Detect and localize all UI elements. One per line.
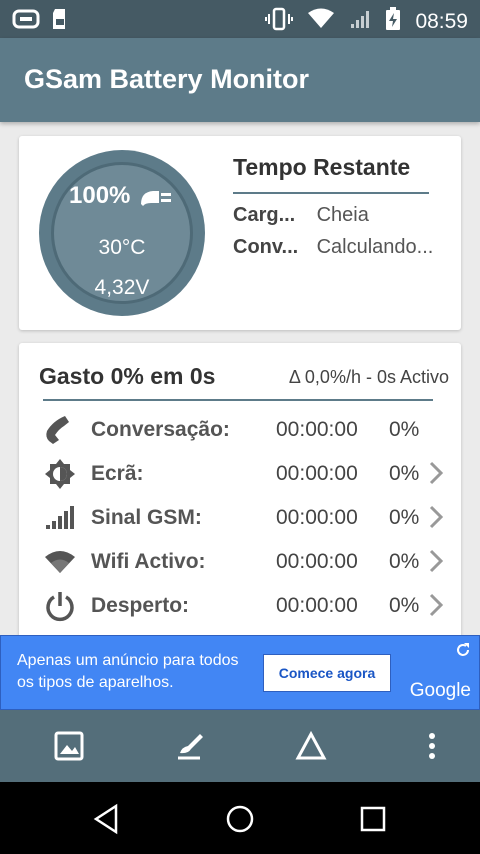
usage-row-gsm[interactable]: Sinal GSM: 00:00:00 0% [19, 497, 461, 537]
usage-row-label: Conversação: [91, 418, 230, 441]
ad-brand: Google [409, 680, 471, 701]
usage-row-screen[interactable]: Ecrã: 00:00:00 0% [19, 453, 461, 493]
divider [233, 192, 429, 194]
usage-row-label: Sinal GSM: [91, 506, 202, 529]
usage-row-percent: 0% [389, 550, 420, 573]
recents-icon[interactable] [356, 802, 390, 836]
divider [43, 399, 433, 401]
chevron-right-icon[interactable] [427, 591, 445, 624]
chevron-right-icon[interactable] [427, 547, 445, 580]
battery-percent: 100% [69, 182, 131, 209]
usage-row-percent: 0% [389, 594, 420, 617]
image-icon[interactable] [53, 730, 85, 762]
status-time: 08:59 [415, 9, 468, 33]
brightness-icon [43, 457, 77, 491]
usage-row-percent: 0% [389, 506, 420, 529]
conversion-value: Calculando... [316, 236, 434, 258]
usage-row-duration: 00:00:00 [276, 506, 358, 529]
app-title: GSam Battery Monitor [24, 64, 310, 94]
usage-row-label: Wifi Activo: [91, 550, 206, 573]
usage-row-percent: 0% [389, 462, 420, 485]
remaining-title: Tempo Restante [233, 154, 411, 180]
ad-text: Apenas um anúncio para todos os tipos de… [17, 652, 239, 691]
usage-row-duration: 00:00:00 [276, 550, 358, 573]
charge-value: Cheia [316, 204, 369, 226]
charge-row: Carg... Cheia [233, 204, 369, 227]
status-bar: 08:59 [0, 0, 480, 38]
home-icon[interactable] [223, 802, 257, 836]
brush-icon[interactable] [174, 730, 206, 762]
power-icon [43, 589, 77, 623]
signal-icon [349, 8, 371, 35]
vibrate-icon [265, 7, 294, 36]
back-icon[interactable] [90, 802, 124, 836]
battery-voltage: 4,32V [94, 276, 150, 299]
signal-bars-icon [43, 501, 77, 535]
ad-cta-button[interactable]: Comece agora [263, 654, 391, 692]
phone-icon [43, 413, 77, 447]
usage-row-call[interactable]: Conversação: 00:00:00 0% [19, 409, 461, 449]
usage-rate: Δ 0,0%/h - 0s Activo [288, 367, 449, 387]
conversion-row: Conv... Calculando... [233, 236, 433, 259]
sdcard-icon [50, 7, 70, 36]
more-vert-icon[interactable] [416, 730, 448, 762]
nav-bar [0, 782, 480, 854]
usage-row-duration: 00:00:00 [276, 462, 358, 485]
plug-icon [137, 186, 175, 213]
wifi-icon [43, 545, 77, 579]
usage-row-label: Ecrã: [91, 462, 144, 485]
battery-temperature: 30°C [98, 236, 146, 259]
notification-icon [12, 8, 40, 35]
chevron-right-icon[interactable] [427, 459, 445, 492]
usage-row-duration: 00:00:00 [276, 594, 358, 617]
usage-row-duration: 00:00:00 [276, 418, 358, 441]
usage-row-awake[interactable]: Desperto: 00:00:00 0% [19, 585, 461, 625]
usage-card[interactable]: Gasto 0% em 0s Δ 0,0%/h - 0s Activo Conv… [19, 343, 461, 643]
triangle-icon[interactable] [295, 730, 327, 762]
usage-row-label: Desperto: [91, 594, 190, 617]
bottom-toolbar [0, 710, 480, 782]
wifi-icon [307, 8, 335, 35]
charge-label: Carg... [233, 204, 296, 226]
chevron-right-icon[interactable] [427, 503, 445, 536]
app-bar: GSam Battery Monitor [0, 38, 480, 122]
battery-card[interactable]: 100% 30°C 4,32V Tempo Restante Carg... C… [19, 136, 461, 330]
battery-gauge[interactable]: 100% 30°C 4,32V [39, 150, 205, 316]
battery-charging-icon [385, 7, 401, 36]
ad-banner[interactable]: Apenas um anúncio para todos os tipos de… [0, 635, 480, 710]
usage-title: Gasto 0% em 0s [39, 363, 216, 389]
conversion-label: Conv... [233, 236, 299, 258]
refresh-icon[interactable] [455, 642, 471, 663]
usage-row-percent: 0% [389, 418, 420, 441]
usage-row-wifi[interactable]: Wifi Activo: 00:00:00 0% [19, 541, 461, 581]
